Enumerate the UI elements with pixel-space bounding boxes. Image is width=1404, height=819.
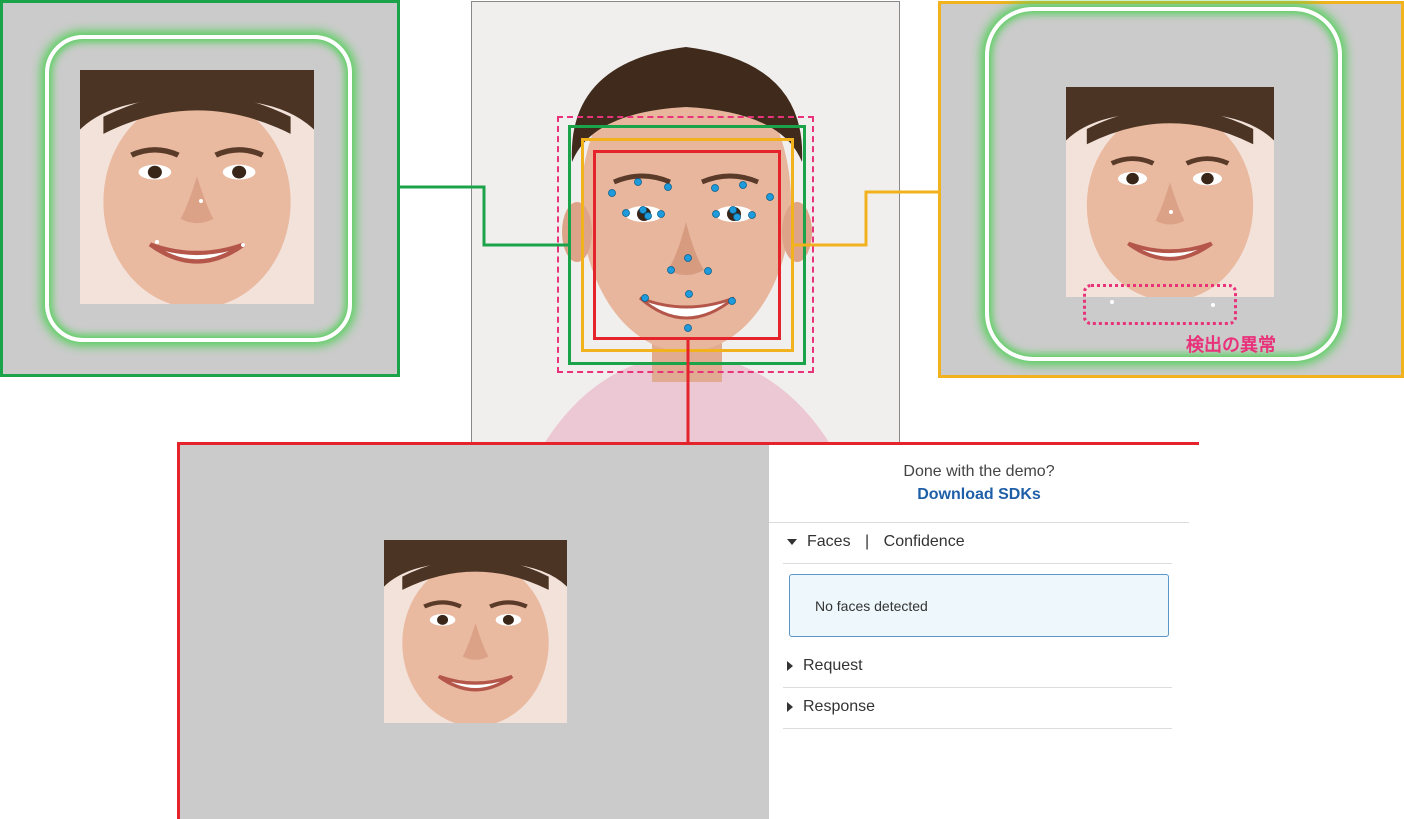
landmark-dot — [622, 209, 630, 217]
landmark-dot — [634, 178, 642, 186]
landmark-dot — [684, 324, 692, 332]
landmark-dot — [704, 267, 712, 275]
landmark-dot — [685, 290, 693, 298]
landmark-dot — [712, 210, 720, 218]
landmark-dot — [608, 189, 616, 197]
yellow-connector-line — [794, 190, 938, 247]
response-label: Response — [803, 698, 876, 715]
request-label: Request — [803, 657, 863, 674]
crop-preview-yellow — [938, 1, 1404, 378]
caret-right-icon — [787, 701, 793, 712]
face-crop-image — [1066, 87, 1274, 297]
landmark-dot — [711, 184, 719, 192]
no-faces-message: No faces detected — [789, 574, 1169, 637]
landmark-dot — [644, 212, 652, 220]
landmark-dot — [766, 193, 774, 201]
confidence-label: Confidence — [883, 533, 965, 550]
green-connector-line — [398, 185, 568, 247]
landmark-dot — [641, 294, 649, 302]
landmark-dot — [729, 206, 737, 214]
anomaly-dot-left — [1110, 300, 1114, 304]
landmark-dot — [739, 181, 747, 189]
request-toggle[interactable]: Request — [787, 657, 1172, 675]
detection-anomaly-label: 検出の異常 — [1186, 335, 1276, 356]
no-faces-text: No faces detected — [815, 598, 928, 614]
caret-right-icon — [787, 660, 793, 671]
response-toggle[interactable]: Response — [787, 698, 1172, 716]
faces-divider: | — [865, 533, 870, 550]
demo-result-panel: Done with the demo? Download SDKs Faces … — [177, 442, 1199, 819]
caret-down-icon — [787, 538, 797, 545]
landmark-dot — [667, 266, 675, 274]
faces-confidence-toggle[interactable]: Faces | Confidence — [787, 533, 1172, 551]
demo-image-area — [180, 445, 769, 819]
download-sdks-link[interactable]: Download SDKs — [769, 486, 1189, 504]
demo-face-image — [384, 540, 567, 723]
divider — [783, 563, 1172, 564]
landmark-dot — [684, 254, 692, 262]
landmark-dot — [657, 210, 665, 218]
landmark-dot — [639, 206, 647, 214]
divider — [783, 687, 1172, 688]
divider — [783, 728, 1172, 729]
landmark-dot — [728, 297, 736, 305]
demo-sidebar: Done with the demo? Download SDKs Faces … — [769, 445, 1199, 819]
landmark-dot — [664, 183, 672, 191]
landmark-dot — [733, 213, 741, 221]
anomaly-dot-right — [1211, 303, 1215, 307]
divider — [769, 522, 1189, 523]
done-with-demo-text: Done with the demo? — [903, 463, 1055, 480]
faces-label: Faces — [807, 533, 851, 550]
landmark-dot — [748, 211, 756, 219]
landmark-nose-dot — [1169, 210, 1173, 214]
